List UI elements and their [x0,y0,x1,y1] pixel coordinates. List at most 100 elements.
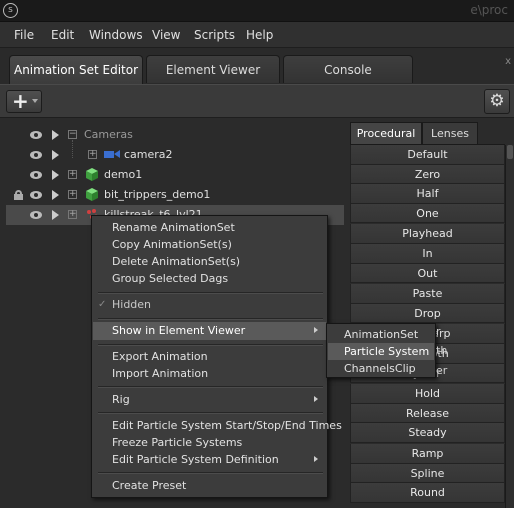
title-bar: s e\proc [0,0,514,22]
menu-copy-animationsets[interactable]: Copy AnimationSet(s) [93,236,326,254]
settings-button[interactable]: ⚙ [484,89,510,114]
preset-release-button[interactable]: Release [350,403,505,424]
menu-separator [98,472,323,474]
tree-label: demo1 [104,168,143,181]
lock-icon[interactable] [14,190,23,200]
close-panel-icon[interactable]: x [505,56,511,67]
submenu-particle-system[interactable]: Particle System [328,343,434,360]
menu-create-preset[interactable]: Create Preset [93,477,326,495]
menu-scripts[interactable]: Scripts [194,28,235,42]
tree-label: Cameras [84,128,133,141]
play-arrow-icon[interactable] [52,210,59,220]
menu-view[interactable]: View [152,28,180,42]
camera-icon [104,150,120,158]
preset-half-button[interactable]: Half [350,184,505,204]
menu-hidden[interactable]: ✓ Hidden [93,296,326,314]
menu-separator [98,386,323,388]
menu-separator [98,412,323,414]
menu-edit-particle-definition[interactable]: Edit Particle System Definition [93,451,326,469]
tab-console[interactable]: Console [283,55,413,83]
expand-icon[interactable]: + [88,150,97,159]
collapse-icon[interactable]: − [68,130,77,139]
menu-separator [98,292,323,294]
menu-edit-particle-definition-label: Edit Particle System Definition [112,453,279,466]
occluded-preset-fragment: th [436,344,448,357]
visibility-eye-icon[interactable] [30,211,42,219]
preset-ramp-button[interactable]: Ramp [350,443,505,464]
preset-zero-button[interactable]: Zero [350,164,505,185]
menu-rig-label: Rig [112,393,130,406]
tree-row-cameras[interactable]: − Cameras [6,125,344,145]
procedural-panel: Procedural Lenses Default Zero Half One … [348,122,514,508]
expand-icon[interactable]: + [68,190,77,199]
submenu-arrow-icon [314,327,318,333]
menu-edit[interactable]: Edit [51,28,74,42]
preset-out-button[interactable]: Out [350,263,505,284]
submenu-arrow-icon [314,456,318,462]
menu-show-in-element-viewer[interactable]: Show in Element Viewer [93,322,326,340]
menu-show-in-element-viewer-label: Show in Element Viewer [112,324,246,337]
tree-row-camera2[interactable]: + camera2 [6,145,344,165]
menu-rig[interactable]: Rig [93,391,326,409]
tab-element-viewer[interactable]: Element Viewer [146,55,280,83]
scroll-thumb[interactable] [507,145,513,159]
element-viewer-submenu: AnimationSet Particle System ChannelsCli… [326,323,436,378]
expand-icon[interactable]: + [68,170,77,179]
visibility-eye-icon[interactable] [30,151,42,159]
tree-row-bit-trippers-demo1[interactable]: + bit_trippers_demo1 [6,185,344,205]
preset-scrollbar[interactable] [505,145,514,508]
preset-one-button[interactable]: One [350,203,505,224]
panel-tab-bar: Animation Set Editor Element Viewer Cons… [0,48,514,84]
preset-playhead-button[interactable]: Playhead [350,224,505,244]
play-arrow-icon[interactable] [52,150,59,160]
tab-animation-set-editor[interactable]: Animation Set Editor [9,55,143,84]
expand-icon[interactable]: + [68,210,77,219]
play-arrow-icon[interactable] [52,130,59,140]
checkmark-icon: ✓ [98,299,107,310]
preset-steady-button[interactable]: Steady [350,423,505,443]
dropdown-arrow-icon [32,99,38,103]
occluded-preset-fragment: r [436,325,441,338]
toolbar: + ⚙ [0,84,514,118]
play-arrow-icon[interactable] [52,170,59,180]
preset-spline-button[interactable]: Spline [350,463,505,484]
app-logo-icon: s [3,3,18,18]
dag-cube-icon [86,188,98,201]
submenu-animationset[interactable]: AnimationSet [328,326,434,343]
menu-file[interactable]: File [14,28,34,42]
menu-freeze-particle-systems[interactable]: Freeze Particle Systems [93,434,326,452]
add-button[interactable]: + [6,90,42,113]
tree-row-demo1[interactable]: + demo1 [6,165,344,185]
occluded-preset-fragment: er [436,364,448,377]
menu-separator [98,318,323,320]
visibility-eye-icon[interactable] [30,171,42,179]
menu-delete-animationsets[interactable]: Delete AnimationSet(s) [93,253,326,271]
window-title: e\proc [470,3,508,17]
tab-procedural[interactable]: Procedural [350,122,422,144]
menu-help[interactable]: Help [246,28,273,42]
menu-group-selected-dags[interactable]: Group Selected Dags [93,270,326,288]
tab-lenses[interactable]: Lenses [422,122,478,144]
visibility-eye-icon[interactable] [30,191,42,199]
visibility-eye-icon[interactable] [30,131,42,139]
plus-icon: + [12,89,29,113]
menu-rename-animationset[interactable]: Rename AnimationSet [93,219,326,237]
preset-default-button[interactable]: Default [350,145,505,165]
menu-windows[interactable]: Windows [89,28,143,42]
menu-export-animation[interactable]: Export Animation [93,348,326,366]
submenu-channelsclip[interactable]: ChannelsClip [328,360,434,377]
tree-label: camera2 [124,148,173,161]
tree-label: bit_trippers_demo1 [104,188,211,201]
preset-hold-button[interactable]: Hold [350,384,505,404]
gear-icon: ⚙ [489,91,505,111]
play-arrow-icon[interactable] [52,190,59,200]
preset-round-button[interactable]: Round [350,483,505,503]
preset-paste-button[interactable]: Paste [350,284,505,304]
menu-edit-particle-times[interactable]: Edit Particle System Start/Stop/End Time… [93,417,342,435]
preset-in-button[interactable]: In [350,243,505,264]
menu-import-animation[interactable]: Import Animation [93,365,326,383]
preset-drop-button[interactable]: Drop [350,303,505,324]
context-menu: Rename AnimationSet Copy AnimationSet(s)… [91,215,342,498]
menu-hidden-label: Hidden [112,298,152,311]
menu-separator [98,344,323,346]
